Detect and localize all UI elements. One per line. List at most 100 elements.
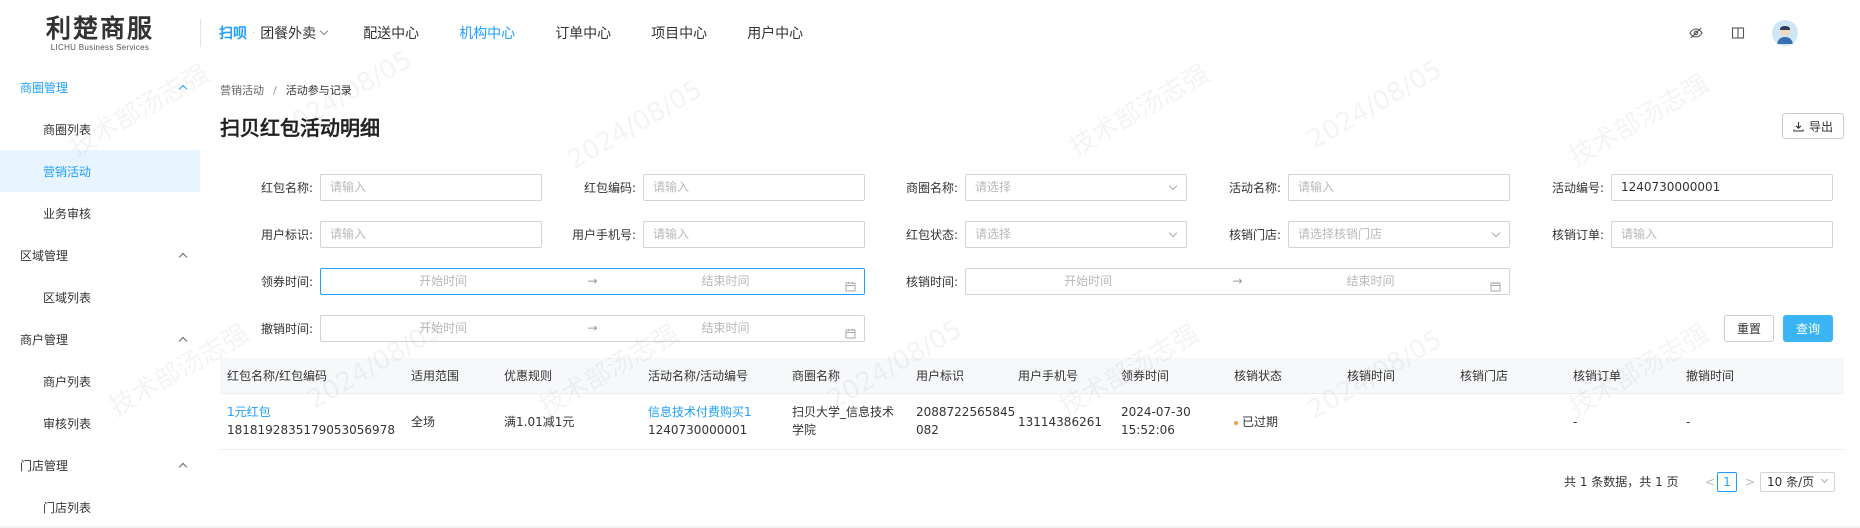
redpack-name-link[interactable]: 1元红包 [227,403,395,421]
calendar-icon [1490,276,1501,301]
sidebar-group-label: 商圈管理 [20,80,69,95]
download-icon [1793,121,1804,132]
sidebar-item-district-list[interactable]: 商圈列表 [0,108,200,150]
logo-title: 利楚商服 [45,13,154,43]
user-id-line-2: 082 [916,423,939,437]
nav-item-orders[interactable]: 订单中心 [555,23,611,43]
breadcrumb: 营销活动 / 活动参与记录 [220,82,352,98]
verify-order-label: 核销订单: [1551,228,1604,242]
sidebar-item-audit-list[interactable]: 审核列表 [0,402,200,444]
district-name-label: 商圈名称: [905,181,958,195]
nav-item-org-center[interactable]: 机构中心 [459,23,515,43]
sidebar-item-marketing[interactable]: 营销活动 [0,150,200,192]
redpack-code-input[interactable]: 请输入 [643,174,865,201]
verify-time-range-picker[interactable]: 开始时间 → 结束时间 [965,268,1510,295]
redpack-status-select[interactable]: 请选择 [965,221,1187,248]
user-id-input[interactable]: 请输入 [320,221,542,248]
activity-name-link[interactable]: 信息技术付费购买1 [648,403,752,421]
user-phone-input[interactable]: 请输入 [643,221,865,248]
sidebar-item-region-list[interactable]: 区域列表 [0,276,200,318]
user-phone-label: 用户手机号: [571,228,636,242]
prev-page-button[interactable]: < [1705,472,1715,492]
nav-dot: · [252,27,256,39]
book-icon[interactable] [1730,25,1746,41]
cancel-time-start[interactable]: 开始时间 [321,316,565,341]
col-redpack: 红包名称/红包编码 [227,369,328,383]
cell-activity: 信息技术付费购买1 1240730000001 [648,403,752,439]
user-id-label: 用户标识: [260,228,313,242]
redpack-name-label: 红包名称: [260,181,313,195]
sidebar: 商圈管理 商圈列表 营销活动 业务审核 区域管理 区域列表 商户管理 商户列表 … [0,66,200,526]
nav-item-users[interactable]: 用户中心 [747,23,803,43]
cell-scope: 全场 [411,415,436,429]
breadcrumb-parent[interactable]: 营销活动 [220,84,264,97]
chevron-down-icon [319,26,329,36]
activity-no-label: 活动编号: [1551,181,1604,195]
claim-time-end[interactable]: 结束时间 [603,269,847,294]
redpack-code-label: 红包编码: [583,181,636,195]
logo[interactable]: 利楚商服 LICHU Business Services [0,0,200,66]
sidebar-group-district[interactable]: 商圈管理 [0,66,200,108]
claim-time-range-picker[interactable]: 开始时间 → 结束时间 [320,268,865,295]
sidebar-group-merchant[interactable]: 商户管理 [0,318,200,360]
chevron-down-icon [1491,228,1501,238]
activity-name-input[interactable]: 请输入 [1288,174,1510,201]
table-header: 红包名称/红包编码 适用范围 优惠规则 活动名称/活动编号 商圈名称 用户标识 … [220,358,1844,394]
nav-item-label: 团餐外卖 [260,26,317,42]
verify-time-start[interactable]: 开始时间 [966,269,1210,294]
main-content: 营销活动 / 活动参与记录 扫贝红包活动明细 导出 红包名称: 请输入 红包编码: … [200,66,1860,526]
cell-claim-time: 2024-07-30 15:52:06 [1121,403,1191,439]
district-name-select[interactable]: 请选择 [965,174,1187,201]
nav-item-projects[interactable]: 项目中心 [651,23,707,43]
nav-item-group-meal[interactable]: 团餐外卖 [260,23,329,43]
sidebar-group-label: 区域管理 [20,248,69,263]
reset-button[interactable]: 重置 [1724,315,1774,342]
col-scope: 适用范围 [411,369,460,383]
cancel-time-label: 撤销时间: [260,322,313,336]
user-avatar[interactable] [1772,20,1798,46]
redpack-status-placeholder: 请选择 [975,227,1012,241]
activity-name-label: 活动名称: [1228,181,1281,195]
export-button[interactable]: 导出 [1781,113,1844,139]
page-size-select[interactable]: 10 条/页 [1760,472,1836,492]
calendar-icon [845,276,856,301]
district-line-1: 扫贝大学_信息技术 [792,405,895,419]
verify-time-end[interactable]: 结束时间 [1248,269,1492,294]
chevron-up-icon [178,252,188,262]
cell-verify-order: - [1573,415,1578,429]
sidebar-item-merchant-list[interactable]: 商户列表 [0,360,200,402]
cell-phone: 13114386261 [1018,415,1102,429]
nav-brand-scan[interactable]: 扫呗 [219,23,247,43]
next-page-button[interactable]: > [1745,472,1755,492]
page-1-button[interactable]: 1 [1717,472,1737,492]
top-nav: 扫呗 · 团餐外卖 配送中心 机构中心 订单中心 项目中心 用户中心 [219,0,843,66]
district-line-2: 学院 [792,423,817,437]
sidebar-group-region[interactable]: 区域管理 [0,234,200,276]
sidebar-group-store[interactable]: 门店管理 [0,444,200,486]
header-actions [1688,0,1860,66]
sidebar-item-store-list[interactable]: 门店列表 [0,486,200,528]
breadcrumb-separator: / [273,84,277,97]
col-activity: 活动名称/活动编号 [648,369,749,383]
verify-store-select[interactable]: 请选择核销门店 [1288,221,1510,248]
redpack-name-input[interactable]: 请输入 [320,174,542,201]
chevron-down-icon [1168,181,1178,191]
cancel-time-range-picker[interactable]: 开始时间 → 结束时间 [320,315,865,342]
col-rule: 优惠规则 [504,369,553,383]
cell-status: 已过期 [1234,413,1278,431]
redpack-status-label: 红包状态: [905,228,958,242]
calendar-icon [845,323,856,348]
col-claim-time: 领券时间 [1121,369,1170,383]
verify-order-input[interactable]: 请输入 [1611,221,1833,248]
eye-off-icon[interactable] [1688,25,1704,41]
nav-item-delivery[interactable]: 配送中心 [363,23,419,43]
query-button[interactable]: 查询 [1783,315,1833,342]
cancel-time-end[interactable]: 结束时间 [603,316,847,341]
activity-no: 1240730000001 [648,423,748,437]
col-cancel-time: 撤销时间 [1686,369,1735,383]
activity-no-input[interactable]: 1240730000001 [1611,174,1833,201]
status-badge: 已过期 [1242,415,1279,429]
sidebar-item-business-review[interactable]: 业务审核 [0,192,200,234]
export-label: 导出 [1808,119,1833,134]
claim-time-start[interactable]: 开始时间 [321,269,565,294]
